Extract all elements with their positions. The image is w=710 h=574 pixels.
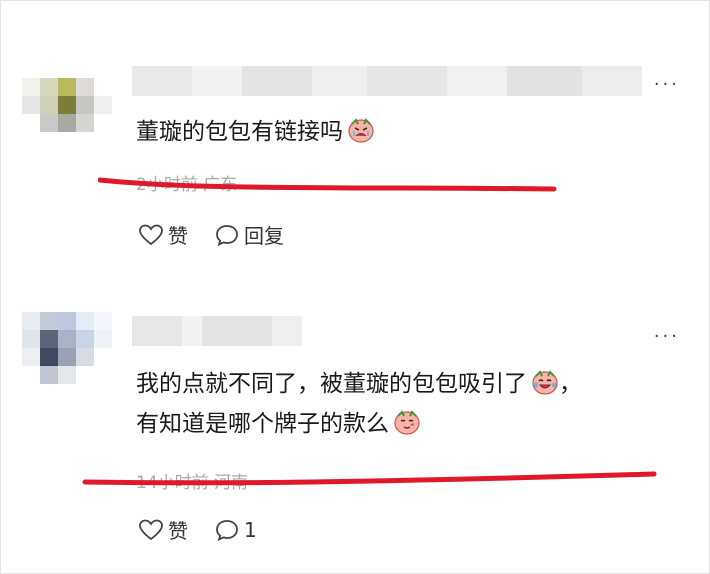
like-label: 赞: [168, 519, 188, 543]
heart-icon: [139, 519, 163, 540]
username-blurred[interactable]: [132, 316, 302, 346]
comment-text-line: 有知道是哪个牌子的款么: [136, 411, 389, 437]
like-button[interactable]: 赞: [138, 515, 188, 544]
comment-actions: 赞 回复: [138, 220, 284, 249]
crying-face-icon: [347, 116, 375, 143]
reply-label: 回复: [244, 224, 284, 248]
reply-button[interactable]: 1: [214, 518, 257, 542]
speech-bubble-icon: [216, 224, 238, 246]
comment-actions: 赞 1: [138, 515, 257, 544]
more-options-button[interactable]: ···: [654, 328, 680, 346]
comment-item: ··· 我的点就不同了，被董璇的包包吸引了 ， 有知道是哪个牌子的款么 14小时…: [0, 290, 710, 574]
username-blurred[interactable]: [132, 66, 642, 96]
comment-text-line: 我的点就不同了，被董璇的包包吸引了: [136, 371, 527, 397]
speech-bubble-icon: [216, 519, 238, 541]
like-label: 赞: [168, 224, 188, 248]
comment-text-punct: ，: [559, 371, 582, 397]
comment-text-line: 董璇的包包有链接吗: [136, 119, 343, 145]
like-button[interactable]: 赞: [138, 220, 188, 249]
avatar[interactable]: [22, 312, 112, 384]
comment-text: 董璇的包包有链接吗: [136, 112, 375, 152]
tearful-laugh-icon: [531, 368, 559, 395]
comment-item: ··· 董璇的包包有链接吗 2小时前 广东 赞 回复: [0, 0, 710, 290]
reply-button[interactable]: 回复: [214, 220, 284, 249]
more-options-button[interactable]: ···: [654, 76, 680, 94]
comment-time-location: 14小时前 河南: [136, 473, 249, 493]
reply-count: 1: [244, 517, 257, 542]
comment-text: 我的点就不同了，被董璇的包包吸引了 ， 有知道是哪个牌子的款么: [136, 364, 582, 444]
comment-time-location: 2小时前 广东: [136, 175, 238, 195]
avatar[interactable]: [22, 78, 112, 132]
blushing-face-icon: [393, 408, 421, 435]
heart-icon: [139, 224, 163, 245]
